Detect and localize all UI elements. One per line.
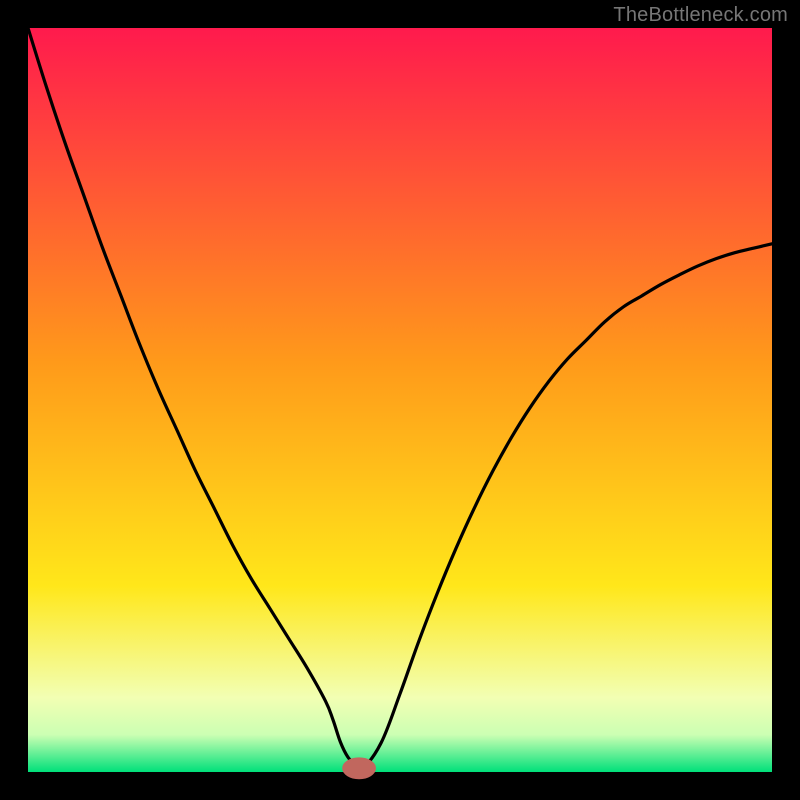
bottleneck-chart	[0, 0, 800, 800]
chart-container: TheBottleneck.com	[0, 0, 800, 800]
attribution-text: TheBottleneck.com	[613, 4, 788, 27]
optimal-point-marker	[343, 758, 376, 779]
plot-background	[28, 28, 772, 772]
